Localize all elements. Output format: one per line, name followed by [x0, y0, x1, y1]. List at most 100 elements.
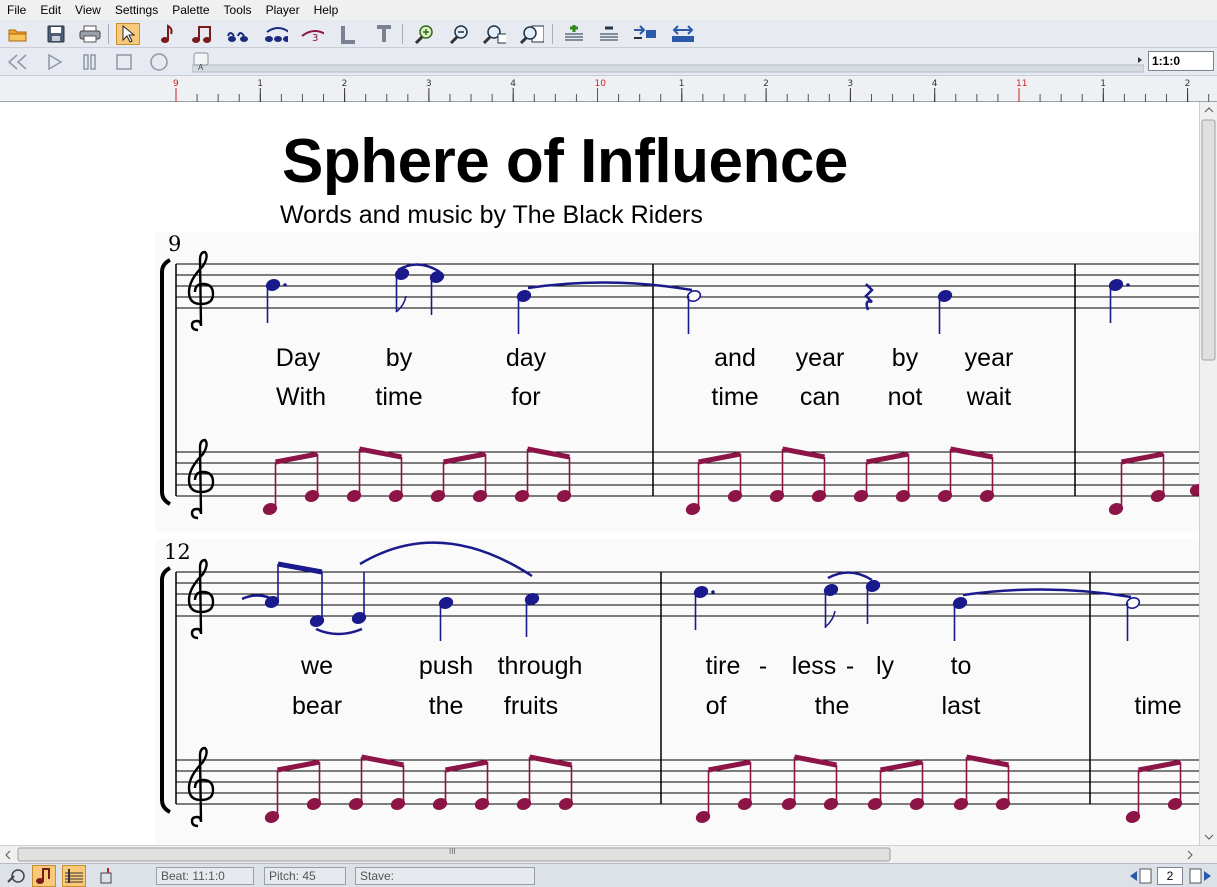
lyric-syllable[interactable]: the — [815, 692, 850, 721]
staff-input-icon[interactable] — [62, 865, 86, 887]
measure-number: 12 — [164, 540, 191, 564]
text-tool-icon[interactable] — [372, 23, 396, 45]
lyric-syllable[interactable]: year — [965, 344, 1014, 373]
eighth-note-icon[interactable] — [155, 23, 179, 45]
lyric-syllable[interactable]: through — [498, 652, 583, 681]
lyric-syllable[interactable]: last — [942, 692, 981, 721]
time-ruler[interactable]: 9 1 2 3 4 10 1 2 3 4 11 1 2 — [0, 76, 1217, 102]
quarter-notes-icon[interactable] — [226, 23, 250, 45]
lyric-syllable[interactable]: time — [375, 383, 422, 412]
ruler-label: 10 — [595, 79, 607, 89]
ruler-label: 2 — [1185, 79, 1191, 89]
scroll-grip: III — [449, 847, 456, 856]
dot — [283, 283, 287, 287]
open-icon[interactable] — [6, 23, 30, 45]
lyric-syllable[interactable]: push — [419, 652, 473, 681]
page-number-field[interactable]: 2 — [1157, 867, 1183, 885]
lyric-tool-icon[interactable] — [336, 23, 360, 45]
menu-palette[interactable]: Palette — [165, 3, 216, 17]
lyric-syllable[interactable]: fruits — [504, 692, 558, 721]
score-canvas[interactable]: Sphere of Influence Words and music by T… — [0, 102, 1199, 845]
ruler-label: 2 — [342, 79, 348, 89]
horizontal-scrollbar[interactable]: III — [0, 845, 1217, 863]
pitch-status: Pitch: 45 — [264, 867, 346, 885]
main-toolbar: 3 — [0, 20, 1217, 48]
lyric-syllable[interactable]: by — [386, 344, 412, 373]
next-page-icon[interactable] — [1188, 865, 1212, 887]
toolbar-separator — [108, 24, 109, 44]
lyric-syllable[interactable]: bear — [292, 692, 342, 721]
lyric-syllable[interactable]: ly — [876, 652, 894, 681]
lyric-syllable[interactable]: by — [892, 344, 918, 373]
dot — [1126, 283, 1130, 287]
lyric-syllable[interactable]: not — [888, 383, 923, 412]
remove-staff-icon[interactable] — [597, 23, 621, 45]
lyric-syllable[interactable]: and — [714, 344, 756, 373]
instrument-icon[interactable] — [4, 865, 28, 887]
note-input-icon[interactable] — [32, 865, 56, 887]
zoom-in-icon[interactable] — [412, 23, 436, 45]
lyric-syllable[interactable]: time — [1134, 692, 1181, 721]
menu-bar: File Edit View Settings Palette Tools Player He… — [0, 0, 1217, 20]
ruler-label: 3 — [847, 79, 853, 89]
print-icon[interactable] — [78, 23, 102, 45]
lyric-syllable[interactable]: day — [506, 344, 546, 373]
menu-player[interactable]: Player — [259, 3, 307, 17]
move-down-icon[interactable] — [670, 23, 694, 45]
play-icon[interactable] — [42, 51, 66, 73]
ruler-label: 1 — [257, 79, 263, 89]
position-slider[interactable]: A — [191, 51, 1145, 73]
menu-view[interactable]: View — [68, 3, 108, 17]
lyric-hyphen: - — [845, 652, 855, 680]
save-icon[interactable] — [44, 23, 68, 45]
pause-icon[interactable] — [77, 51, 101, 73]
record-icon[interactable] — [147, 51, 171, 73]
beamed-notes-icon[interactable] — [190, 23, 214, 45]
beat-status: Beat: 11:1:0 — [156, 867, 254, 885]
previous-page-icon[interactable] — [1128, 865, 1152, 887]
ruler-label: 1 — [679, 79, 685, 89]
menu-tools[interactable]: Tools — [217, 3, 259, 17]
zoom-fit-icon[interactable] — [482, 23, 506, 45]
tuplet-3-icon[interactable]: 3 — [300, 23, 324, 45]
lyric-syllable[interactable]: can — [800, 383, 840, 412]
ruler-label: 2 — [763, 79, 769, 89]
lyric-syllable[interactable]: tire — [706, 652, 741, 681]
lyric-syllable[interactable]: less — [792, 652, 836, 681]
lyric-hyphen: - — [758, 652, 768, 680]
lyric-syllable[interactable]: the — [429, 692, 464, 721]
toolbar-separator — [552, 24, 553, 44]
zoom-out-icon[interactable] — [447, 23, 471, 45]
select-arrow-icon[interactable] — [116, 23, 140, 45]
position-field[interactable]: 1:1:0 — [1148, 51, 1214, 71]
lyric-syllable[interactable]: we — [301, 652, 333, 681]
lyric-syllable[interactable]: wait — [967, 383, 1011, 412]
midi-icon[interactable] — [94, 865, 118, 887]
add-staff-icon[interactable] — [562, 23, 586, 45]
rewind-icon[interactable] — [6, 51, 30, 73]
score-notation — [155, 232, 1199, 845]
ruler-label: 4 — [932, 79, 938, 89]
stave-status: Stave: — [355, 867, 535, 885]
svg-text:3: 3 — [312, 33, 318, 44]
menu-settings[interactable]: Settings — [108, 3, 165, 17]
stop-icon[interactable] — [112, 51, 136, 73]
lyric-syllable[interactable]: With — [276, 383, 326, 412]
move-up-icon[interactable] — [632, 23, 656, 45]
menu-file[interactable]: File — [0, 3, 33, 17]
menu-edit[interactable]: Edit — [33, 3, 68, 17]
triplet-quarter-icon[interactable] — [264, 23, 288, 45]
lyric-syllable[interactable]: for — [511, 383, 540, 412]
lyric-syllable[interactable]: of — [706, 692, 727, 721]
ruler-label: 4 — [510, 79, 516, 89]
zoom-page-icon[interactable] — [520, 23, 544, 45]
lyric-syllable[interactable]: year — [796, 344, 845, 373]
ruler-label: 9 — [173, 79, 179, 89]
transport-bar: A — [0, 48, 1217, 76]
lyric-syllable[interactable]: Day — [276, 344, 320, 373]
menu-help[interactable]: Help — [307, 3, 346, 17]
measure-number: 9 — [168, 232, 182, 256]
lyric-syllable[interactable]: to — [951, 652, 972, 681]
lyric-syllable[interactable]: time — [711, 383, 758, 412]
vertical-scrollbar[interactable] — [1199, 102, 1217, 845]
